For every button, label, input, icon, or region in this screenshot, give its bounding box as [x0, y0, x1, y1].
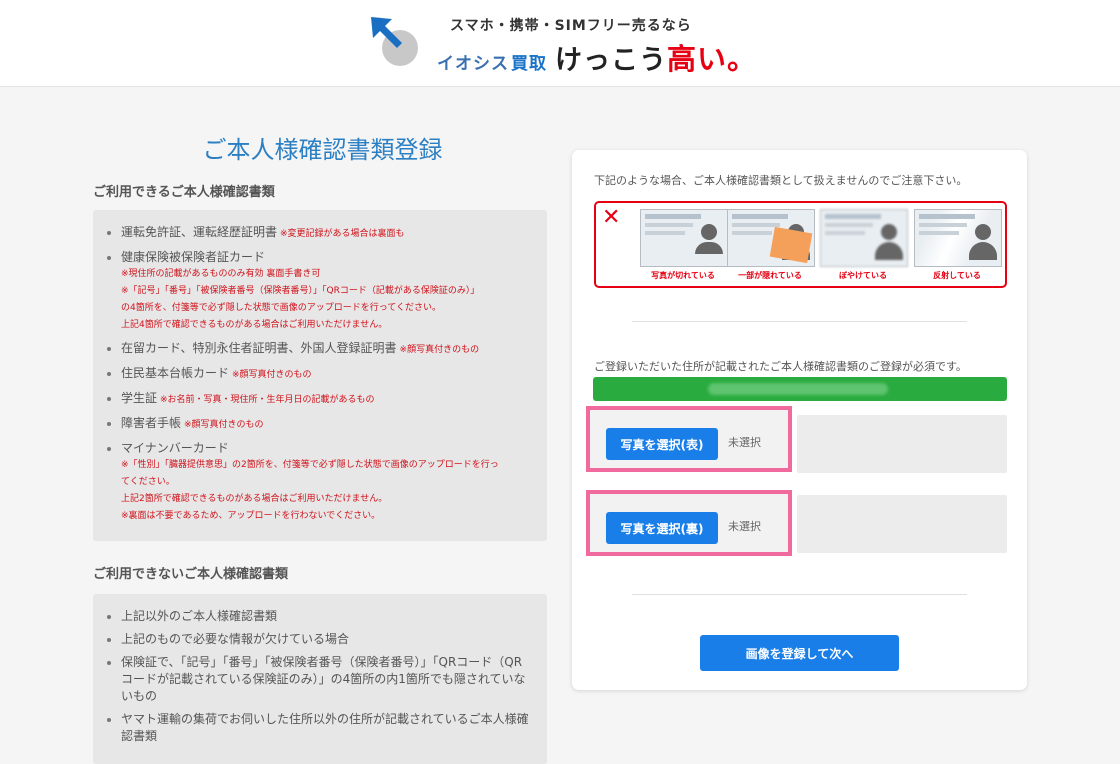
id-card-blurred-image	[820, 209, 908, 267]
doc-label: 運転免許証、運転経歴証明書	[121, 225, 278, 239]
upload-front-row: 写真を選択(表) 未選択	[586, 406, 792, 472]
rejected-docs-heading: ご利用できないご本人様確認書類	[93, 567, 289, 582]
accepted-doc-item: 住民基本台帳カード※顔写真付きのもの	[121, 365, 547, 384]
accepted-doc-item: 健康保険被保険者証カード ※現住所の記載があるもののみ有効 裏面手書き可 ※「記号」…	[121, 249, 547, 334]
front-photo-status: 未選択	[728, 436, 761, 449]
page-title: ご本人様確認書類登録	[202, 136, 443, 164]
front-photo-preview	[797, 415, 1007, 473]
id-card-covered-image	[727, 209, 815, 267]
header-tagline: スマホ・携帯・SIMフリー売るなら	[450, 18, 692, 34]
site-header: スマホ・携帯・SIMフリー売るなら イオシス 買取 けっこう高い。	[0, 0, 1120, 87]
id-card-cropped-image	[640, 209, 728, 267]
doc-note-line: てください。	[121, 477, 175, 487]
doc-note-line: 上記4箇所で確認できるものがある場合はご利用いただけません。	[121, 320, 388, 330]
accepted-doc-item: 学生証※お名前・写真・現住所・生年月日の記載があるもの	[121, 390, 547, 409]
divider	[632, 321, 967, 322]
rejected-doc-item: ヤマト運輸の集荷でお伺いした住所以外の住所が記載されているご本人様確認書類	[121, 711, 529, 745]
select-front-photo-button[interactable]: 写真を選択(表)	[606, 428, 718, 460]
doc-label: 在留カード、特別永住者証明書、外国人登録証明書	[121, 341, 397, 355]
upload-back-row: 写真を選択(裏) 未選択	[586, 490, 792, 556]
divider	[632, 594, 967, 595]
accepted-doc-item: 障害者手帳※顔写真付きのもの	[121, 415, 547, 434]
doc-note: ※顔写真付きのもの	[399, 345, 480, 355]
accepted-docs-list: 運転免許証、運転経歴証明書※変更記録がある場合は裏面も健康保険被保険者証カード ※…	[93, 210, 547, 541]
registered-address-bar	[593, 377, 1007, 401]
prohibited-x-icon: ✕	[602, 205, 621, 230]
accepted-doc-item: 運転免許証、運転経歴証明書※変更記録がある場合は裏面も	[121, 224, 547, 243]
masked-address	[708, 383, 888, 395]
doc-note-line: ※「性別」「臓器提供意思」の2箇所を、付箋等で必ず隠した状態で画像のアップロード…	[121, 460, 499, 470]
accepted-docs-heading: ご利用できるご本人様確認書類	[93, 185, 275, 200]
required-doc-notice: ご登録いただいた住所が記載されたご本人様確認書類のご登録が必須です。	[594, 360, 967, 373]
doc-note-line: ※裏面は不要であるため、アップロードを行わないでください。	[121, 511, 381, 521]
rejected-doc-item: 上記のもので必要な情報が欠けている場合	[121, 631, 529, 648]
id-card-glare-image	[914, 209, 1002, 267]
back-photo-preview	[797, 495, 1007, 553]
doc-note-line: ※「記号」「番号」「被保険者番号（保険者番号）」「QRコード（記載がある保険証の…	[121, 286, 480, 296]
brand-slogan: けっこう	[555, 45, 667, 76]
ng-label: 反射している	[933, 271, 981, 280]
ng-label: 写真が切れている	[651, 271, 715, 280]
brand-logo[interactable]: イオシス 買取 けっこう高い。	[437, 36, 757, 78]
doc-label: 学生証	[121, 391, 158, 405]
brand-name: イオシス	[437, 54, 509, 74]
select-back-photo-button[interactable]: 写真を選択(裏)	[606, 512, 718, 544]
magnifier-arrow-icon[interactable]	[368, 14, 426, 72]
back-photo-status: 未選択	[728, 520, 761, 533]
upload-card: 下記のような場合、ご本人様確認書類として扱えませんのでご注意下さい。 ✕ 写真が…	[572, 150, 1027, 690]
ng-label: ぼやけている	[839, 271, 887, 280]
rejected-doc-item: 上記以外のご本人様確認書類	[121, 608, 529, 625]
invalid-docs-notice: 下記のような場合、ご本人様確認書類として扱えませんのでご注意下さい。	[594, 174, 968, 187]
register-and-next-button[interactable]: 画像を登録して次へ	[700, 635, 899, 671]
doc-note-line: ※現住所の記載があるもののみ有効 裏面手書き可	[121, 269, 321, 279]
doc-note: ※顔写真付きのもの	[184, 420, 264, 430]
doc-label: 住民基本台帳カード	[121, 366, 230, 380]
accepted-doc-item: マイナンバーカード ※「性別」「臓器提供意思」の2箇所を、付箋等で必ず隠した状態で…	[121, 440, 547, 525]
accepted-doc-item: 在留カード、特別永住者証明書、外国人登録証明書※顔写真付きのもの	[121, 340, 547, 359]
invalid-examples: ✕ 写真が切れている 一部が隠れている ぼやけている 反射している	[594, 201, 1007, 288]
doc-label: 障害者手帳	[121, 416, 182, 430]
doc-label: マイナンバーカード	[121, 441, 229, 455]
doc-note-line: 上記2箇所で確認できるものがある場合はご利用いただけません。	[121, 494, 388, 504]
ng-label: 一部が隠れている	[738, 271, 802, 280]
doc-note: ※変更記録がある場合は裏面も	[280, 229, 405, 239]
rejected-doc-item: 保険証で、「記号」「番号」「被保険者番号（保険者番号）」「QRコード（QRコード…	[121, 654, 529, 705]
doc-note: ※顔写真付きのもの	[232, 370, 312, 380]
doc-note: ※お名前・写真・現住所・生年月日の記載があるもの	[160, 395, 375, 405]
doc-note-line: の4箇所を、付箋等で必ず隠した状態で画像のアップロードを行ってください。	[121, 303, 442, 313]
doc-label: 健康保険被保険者証カード	[121, 250, 266, 264]
brand-service: 買取	[511, 54, 547, 74]
rejected-docs-list: 上記以外のご本人様確認書類上記のもので必要な情報が欠けている場合保険証で、「記号…	[93, 594, 547, 764]
brand-slogan-highlight: 高い。	[667, 42, 758, 76]
